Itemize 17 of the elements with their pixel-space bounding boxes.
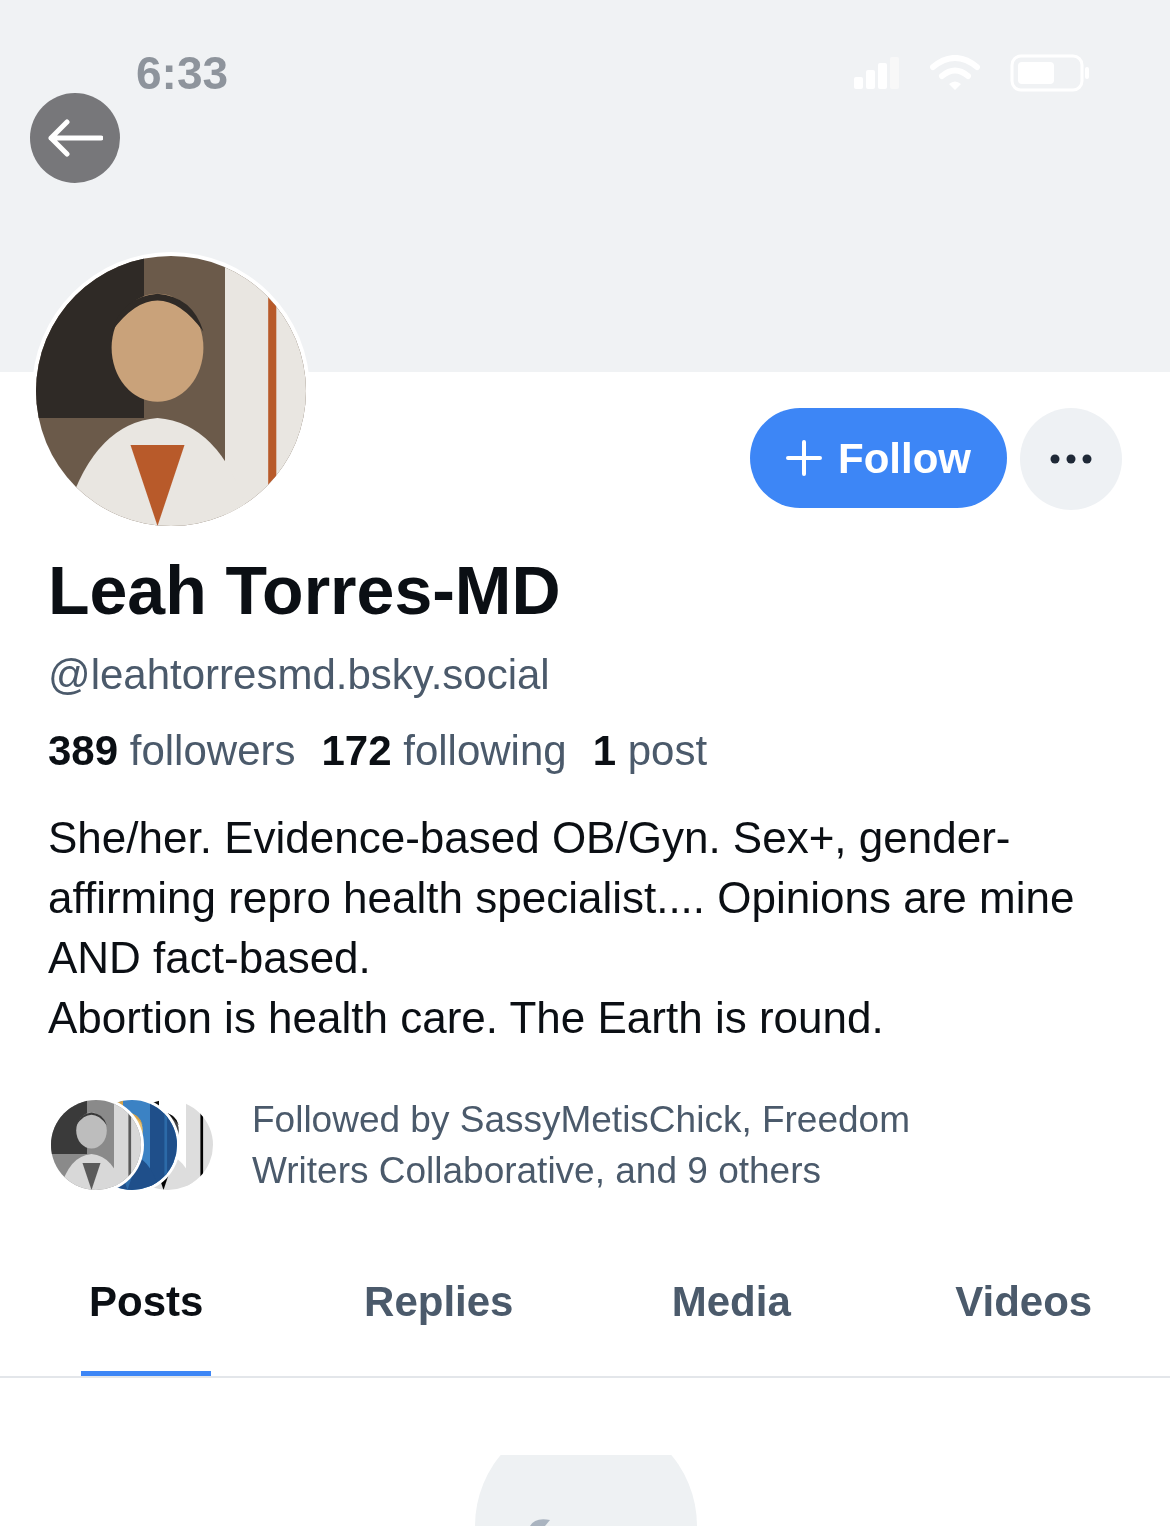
- back-arrow-icon: [47, 118, 103, 158]
- profile-tab[interactable]: Replies: [292, 1270, 585, 1376]
- profile-stat[interactable]: 389 followers: [48, 730, 296, 772]
- empty-feed-icon: [475, 1455, 697, 1526]
- profile-tab[interactable]: Videos: [877, 1270, 1170, 1376]
- plus-icon: [786, 440, 822, 476]
- more-icon: [1050, 454, 1092, 464]
- profile-bio: She/her. Evidence-based OB/Gyn. Sex+, gender-affirming repro health specialist.... Opinions are mine AND fact-based. Abortion is health care. The Earth is round.: [48, 812, 1076, 1044]
- profile-name: Leah Torres-MD: [48, 556, 561, 624]
- followed-by-text[interactable]: Followed by SassyMetisChick, Freedom Writers Collaborative, and 9 others: [252, 1094, 1032, 1196]
- profile-tab[interactable]: Posts: [0, 1270, 293, 1376]
- profile-stat[interactable]: 172 following: [321, 730, 567, 772]
- follow-button[interactable]: Follow: [750, 408, 1007, 508]
- profile-handle: @leahtorresmd.bsky.social: [48, 654, 550, 696]
- profile-tab[interactable]: Media: [585, 1270, 878, 1376]
- status-time: 6:33: [136, 50, 229, 96]
- profile-stat[interactable]: 1 post: [592, 730, 708, 772]
